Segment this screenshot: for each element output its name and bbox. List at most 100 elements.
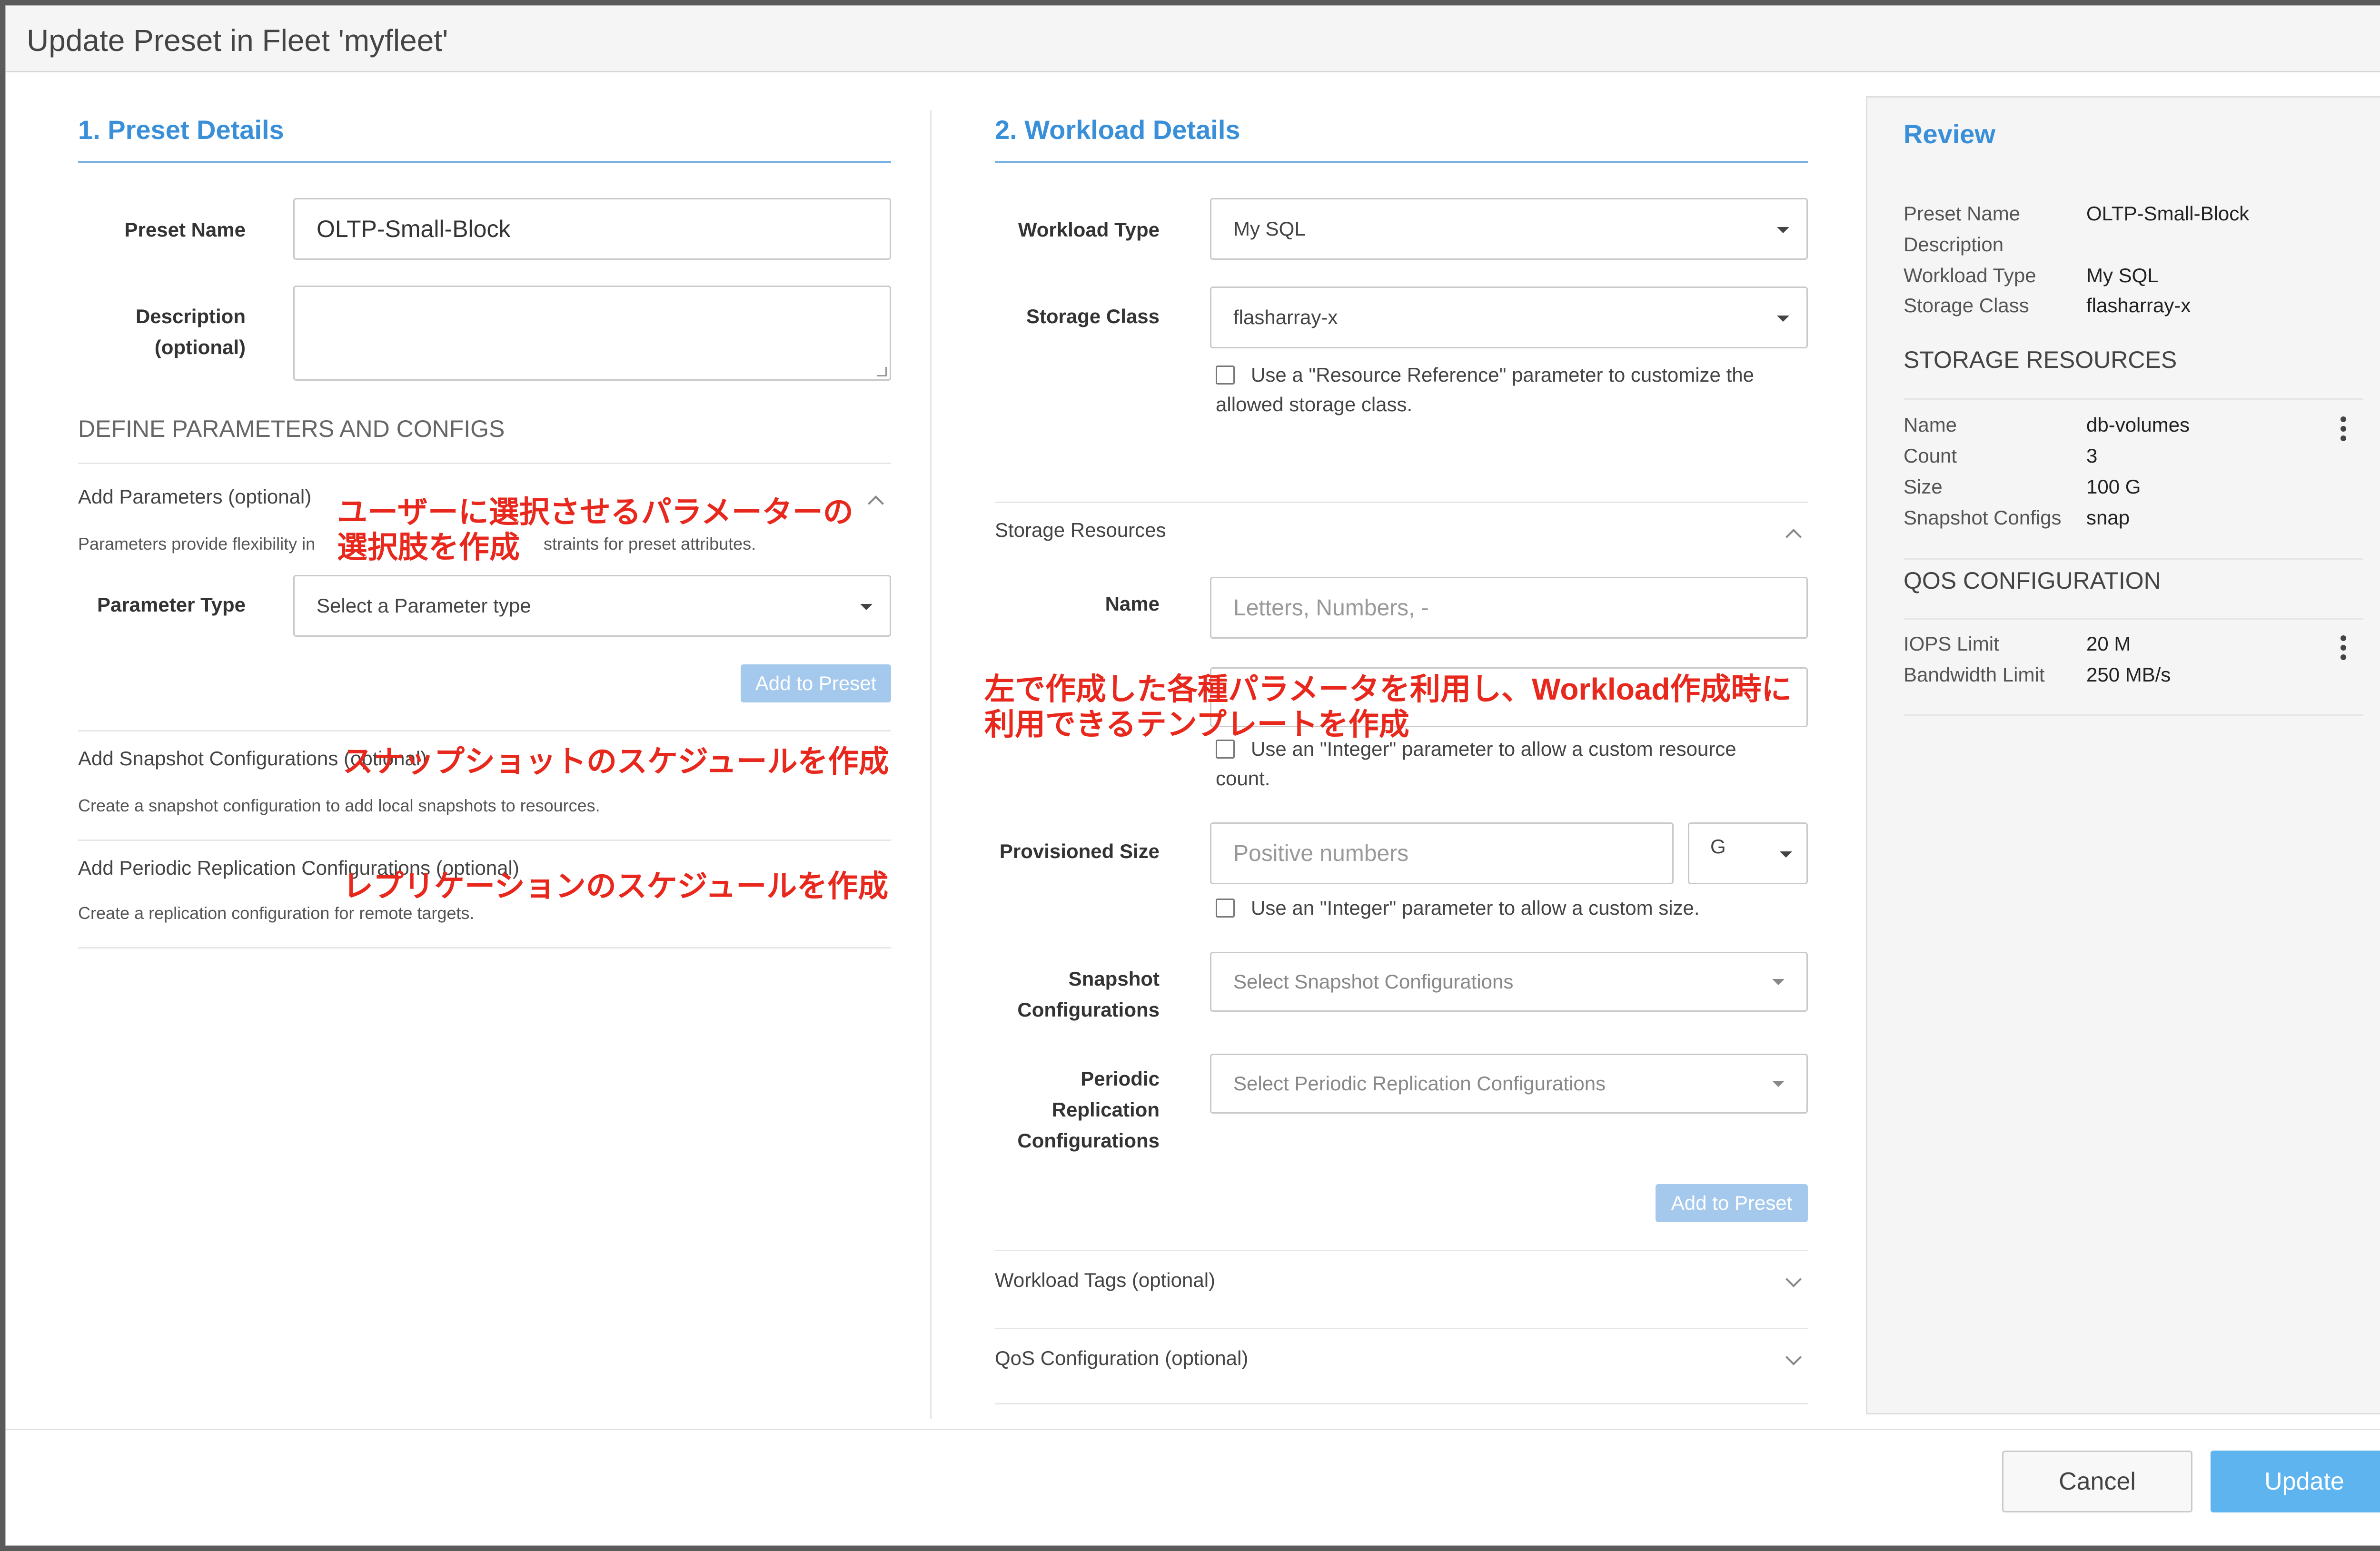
qos-review-value: 250 MB/s xyxy=(2086,663,2171,686)
qos-configuration-chevron-down-icon[interactable] xyxy=(1785,1349,1802,1365)
preset-name-label: Preset Name xyxy=(124,218,246,241)
custom-count-checkbox[interactable] xyxy=(1216,740,1235,759)
parameter-type-select[interactable]: Select a Parameter type xyxy=(293,575,891,637)
annotation-workload-line-1: 左で作成した各種パラメータを利用し、Workload作成時に xyxy=(984,672,1792,706)
textarea-resize-handle[interactable] xyxy=(877,367,887,376)
storage-review-key: Name xyxy=(1904,414,1957,436)
workload-type-value: My SQL xyxy=(1233,217,1306,240)
snapshot-configurations-label-1: Snapshot xyxy=(1068,968,1160,990)
workload-tags-chevron-down-icon[interactable] xyxy=(1785,1271,1802,1287)
workload-type-label: Workload Type xyxy=(1018,218,1160,241)
preset-name-value: OLTP-Small-Block xyxy=(317,216,511,242)
custom-size-text: Use an "Integer" parameter to allow a cu… xyxy=(1251,897,1700,919)
caret-down-icon xyxy=(1772,979,1785,985)
name-input[interactable]: Letters, Numbers, - xyxy=(1210,577,1808,639)
divider xyxy=(1904,398,2363,400)
storage-review-value: db-volumes xyxy=(2086,414,2190,436)
divider xyxy=(1904,714,2363,716)
column-divider xyxy=(930,110,932,1419)
divider xyxy=(995,502,1808,503)
review-value: OLTP-Small-Block xyxy=(2086,202,2250,225)
qos-configuration-title[interactable]: QoS Configuration (optional) xyxy=(995,1347,1248,1370)
storage-review-key: Snapshot Configs xyxy=(1904,506,2062,529)
qos-review-key: IOPS Limit xyxy=(1904,632,1999,655)
review-key: Workload Type xyxy=(1904,264,2036,286)
review-key: Description xyxy=(1904,233,2004,256)
periodic-replication-select[interactable]: Select Periodic Replication Configuratio… xyxy=(1210,1054,1808,1114)
dialog-titlebar: Update Preset in Fleet 'myfleet' xyxy=(6,6,2380,72)
storage-review-value: 100 G xyxy=(2086,475,2141,498)
add-parameter-to-preset-button[interactable]: Add to Preset xyxy=(741,664,891,702)
qos-review-value: 20 M xyxy=(2086,632,2131,655)
review-panel: Review Preset Name OLTP-Small-Block Desc… xyxy=(1866,96,2380,1414)
periodic-replication-placeholder: Select Periodic Replication Configuratio… xyxy=(1233,1072,1606,1095)
provisioned-size-placeholder: Positive numbers xyxy=(1233,840,1409,866)
qos-review-heading: QOS CONFIGURATION xyxy=(1904,567,2161,594)
size-unit-select[interactable]: G xyxy=(1688,822,1808,884)
provisioned-size-label: Provisioned Size xyxy=(999,840,1160,862)
resource-reference-checkbox[interactable] xyxy=(1216,366,1235,385)
add-workload-to-preset-button[interactable]: Add to Preset xyxy=(1656,1184,1808,1222)
review-value: My SQL xyxy=(2086,264,2159,286)
storage-class-label: Storage Class xyxy=(1026,305,1160,327)
snapshot-configurations-placeholder: Select Snapshot Configurations xyxy=(1233,970,1514,993)
add-parameters-title[interactable]: Add Parameters (optional) xyxy=(78,485,311,508)
parameter-type-placeholder: Select a Parameter type xyxy=(317,594,531,617)
name-label: Name xyxy=(1105,593,1160,615)
cancel-button[interactable]: Cancel xyxy=(2002,1451,2192,1512)
define-parameters-heading: DEFINE PARAMETERS AND CONFIGS xyxy=(78,415,505,442)
divider xyxy=(1904,618,2363,620)
add-snapshot-desc: Create a snapshot configuration to add l… xyxy=(78,796,600,815)
workload-details-heading: 2. Workload Details xyxy=(995,115,1240,145)
storage-class-select[interactable]: flasharray-x xyxy=(1210,286,1808,348)
description-textarea[interactable] xyxy=(293,286,891,381)
divider xyxy=(78,730,891,731)
caret-down-icon xyxy=(1777,316,1789,322)
review-value: flasharray-x xyxy=(2086,294,2191,316)
update-button[interactable]: Update xyxy=(2211,1451,2380,1512)
divider xyxy=(995,1328,1808,1329)
storage-resources-review-heading: STORAGE RESOURCES xyxy=(1904,346,2177,373)
storage-resources-chevron-up-icon[interactable] xyxy=(1785,529,1802,545)
storage-resources-title[interactable]: Storage Resources xyxy=(995,519,1166,542)
review-key: Storage Class xyxy=(1904,294,2029,316)
review-key: Preset Name xyxy=(1904,202,2021,225)
storage-review-value: snap xyxy=(2086,506,2130,529)
storage-review-value: 3 xyxy=(2086,445,2098,467)
update-preset-dialog: Update Preset in Fleet 'myfleet' 1. Pres… xyxy=(5,5,2380,1546)
custom-size-checkbox[interactable] xyxy=(1216,899,1235,918)
provisioned-size-input[interactable]: Positive numbers xyxy=(1210,822,1674,884)
add-parameters-desc-a: Parameters provide flexibility in xyxy=(78,534,316,553)
custom-count-text-2: count. xyxy=(1216,767,1270,790)
periodic-replication-label-2: Replication xyxy=(1051,1098,1160,1121)
preset-details-rule xyxy=(78,161,891,163)
divider xyxy=(78,463,891,464)
review-heading: Review xyxy=(1904,119,1995,149)
storage-resource-more-icon[interactable] xyxy=(2340,416,2346,445)
preset-details-heading: 1. Preset Details xyxy=(78,115,284,145)
periodic-replication-label-3: Configurations xyxy=(1017,1129,1160,1152)
caret-down-icon xyxy=(1780,851,1792,858)
resource-reference-text-1: Use a "Resource Reference" parameter to … xyxy=(1251,364,1754,386)
caret-down-icon xyxy=(860,604,873,610)
storage-review-key: Count xyxy=(1904,445,1957,467)
description-label-2: (optional) xyxy=(154,336,246,358)
storage-class-value: flasharray-x xyxy=(1233,306,1338,328)
workload-details-rule xyxy=(995,161,1808,163)
resource-reference-text-2: allowed storage class. xyxy=(1216,393,1413,415)
add-parameters-chevron-up-icon[interactable] xyxy=(868,495,884,512)
caret-down-icon xyxy=(1777,227,1789,233)
preset-name-input[interactable]: OLTP-Small-Block xyxy=(293,198,891,260)
qos-review-key: Bandwidth Limit xyxy=(1904,663,2045,686)
annotation-replication: レプリケーションのスケジュールを作成 xyxy=(343,869,889,903)
qos-more-icon[interactable] xyxy=(2340,635,2346,664)
parameter-type-label: Parameter Type xyxy=(97,593,246,616)
snapshot-configurations-label-2: Configurations xyxy=(1017,998,1160,1021)
workload-tags-title[interactable]: Workload Tags (optional) xyxy=(995,1269,1215,1292)
divider xyxy=(78,947,891,948)
add-replication-desc: Create a replication configuration for r… xyxy=(78,903,475,923)
workload-type-select[interactable]: My SQL xyxy=(1210,198,1808,260)
size-unit-value: G xyxy=(1710,835,1726,858)
snapshot-configurations-select[interactable]: Select Snapshot Configurations xyxy=(1210,952,1808,1012)
dialog-title: Update Preset in Fleet 'myfleet' xyxy=(27,23,448,58)
